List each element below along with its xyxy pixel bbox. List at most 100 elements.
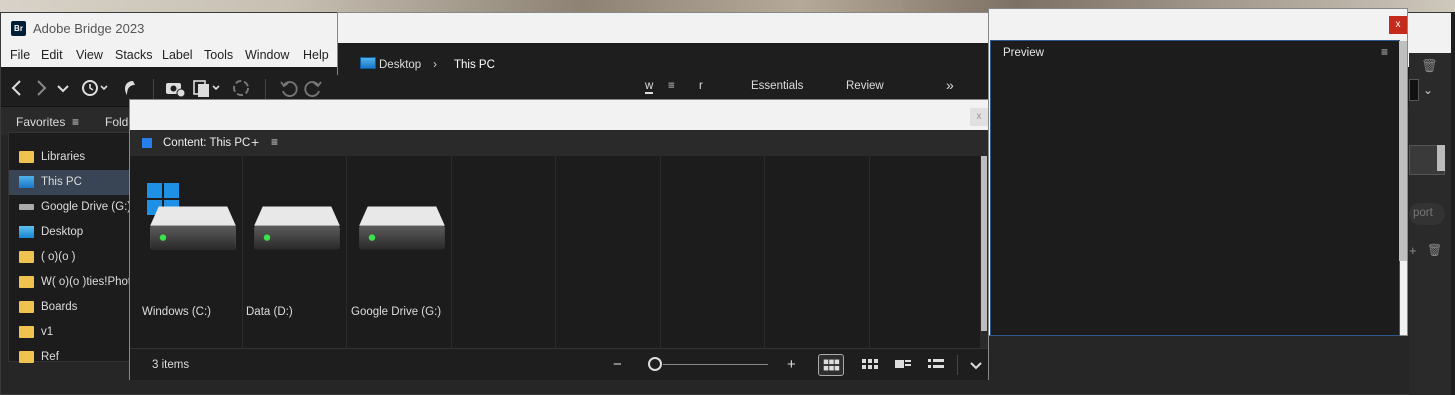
drive-label: Windows (C:) [142,306,212,318]
panel-menu-icon[interactable]: ≡ [1381,45,1388,59]
rotate-right-icon[interactable] [301,77,325,99]
trash-icon[interactable]: 🗑 [1427,243,1442,257]
item-count: 3 items [152,359,190,371]
zoom-slider-knob[interactable] [648,357,662,371]
drive-label: Google Drive (G:) [351,306,442,318]
camera-import-icon[interactable] [163,77,187,99]
scrollbar[interactable] [1399,41,1407,261]
details-view-icon[interactable] [890,354,916,376]
bridge-logo-icon: Br [11,21,26,36]
workspace-menu-icon[interactable]: ≡ [668,80,675,92]
preview-window: x Preview ≡ [988,8,1408,336]
list-item-label: ( o)(o ) [41,251,76,263]
drive-item-d[interactable] [242,178,346,258]
menu-stacks[interactable]: Stacks [115,48,153,62]
list-item-label: v1 [41,326,54,338]
scrollbar-thumb[interactable] [981,156,987,331]
workspace-tabs: w ≡ r Essentials Review » [640,76,988,98]
drive-item-g[interactable] [346,178,451,258]
hard-drive-icon [254,206,340,250]
workspace-r[interactable]: r [699,80,703,92]
list-item[interactable]: Libraries [9,145,134,170]
zoom-in-button[interactable]: + [787,356,796,373]
drive-label: Data (D:) [246,306,293,318]
refine-icon[interactable] [229,77,253,99]
list-item-label: This PC [41,176,82,188]
panel-color-icon [142,138,152,148]
menu-window[interactable]: Window [245,48,289,62]
list-item[interactable]: Ref [9,345,134,363]
list-item[interactable]: This PC [9,170,134,195]
list-item[interactable]: W( o)(o )ties!Phot [9,270,134,295]
breadcrumb-desktop[interactable]: Desktop [379,59,421,71]
folder-icon [19,151,34,163]
scrollbar[interactable] [980,156,988,348]
add-tab-button[interactable]: + [251,134,259,150]
export-button[interactable]: port [1409,203,1445,225]
grid-divider [555,156,556,348]
grid-divider [869,156,870,348]
menu-view[interactable]: View [76,48,103,62]
breadcrumb: Desktop › This PC [338,43,988,75]
trash-icon[interactable]: 🗑 [1421,58,1438,74]
add-icon[interactable]: + [1409,243,1417,258]
list-item[interactable]: Google Drive (G:) [9,195,134,220]
copy-icon[interactable] [191,77,225,99]
close-icon[interactable]: x [970,108,988,126]
chevron-down-icon[interactable] [963,354,989,376]
scrollbar-thumb[interactable] [1437,145,1445,171]
chevron-right-icon[interactable]: › [433,57,437,71]
menu-file[interactable]: File [10,48,30,62]
grid-divider [451,156,452,348]
content-panel-header: Content: This PC + ≡ [130,130,988,156]
rotate-left-icon[interactable] [277,77,301,99]
list-item[interactable]: ( o)(o ) [9,245,134,270]
recent-icon[interactable] [79,77,111,99]
breadcrumb-this-pc[interactable]: This PC [454,59,495,71]
panel-tabs: Favorites ≡ Folde [1,107,135,135]
drive-item-c[interactable] [138,178,236,258]
panel-title: Content: This PC [163,137,251,149]
toolbar-divider [265,79,266,99]
desktop-icon [19,226,34,238]
workspace-essentials[interactable]: Essentials [751,80,803,92]
list-item[interactable]: Desktop [9,220,134,245]
list-item-label: Google Drive (G:) [41,201,132,213]
menu-tools[interactable]: Tools [204,48,233,62]
close-icon[interactable]: x [1389,16,1407,34]
preview-panel: Preview ≡ [990,40,1400,336]
back-icon[interactable] [5,77,29,99]
tab-favorites-menu[interactable]: ≡ [72,115,79,129]
list-item[interactable]: v1 [9,320,134,345]
zoom-slider-track[interactable] [663,364,768,365]
list-item-label: W( o)(o )ties!Phot [41,276,132,288]
list-view-icon[interactable] [923,354,949,376]
menu-edit[interactable]: Edit [41,48,63,62]
list-item-label: Ref [41,351,59,363]
chevron-down-icon[interactable] [51,77,75,99]
list-item-label: Libraries [41,151,86,163]
more-workspaces-icon[interactable]: » [946,77,954,93]
folder-icon [19,251,34,263]
dropdown-field[interactable] [1409,79,1419,101]
grid-view-icon[interactable] [818,354,844,376]
thumbnail-view-icon[interactable] [857,354,883,376]
workspace-review[interactable]: Review [846,80,884,92]
chevron-down-icon[interactable]: ⌄ [1423,83,1433,97]
windows-drive-icon [150,206,236,250]
right-panel-edge: 🗑 ⌄ port + 🗑 [1409,53,1451,395]
list-item[interactable]: Boards [9,295,134,320]
grid-divider [764,156,765,348]
workspace-w[interactable]: w [645,80,654,94]
zoom-out-button[interactable]: − [613,356,622,373]
folder-icon [19,301,34,313]
panel-menu-icon[interactable]: ≡ [271,135,278,149]
menu-label[interactable]: Label [162,48,193,62]
boomerang-icon[interactable] [117,77,141,99]
forward-icon[interactable] [29,77,53,99]
menu-help[interactable]: Help [303,48,329,62]
drive-icon [19,204,34,210]
content-grid: Windows (C:) Data (D:) Google Drive (G:) [130,156,980,348]
list-item-label: Boards [41,301,78,313]
folder-icon [19,276,34,288]
